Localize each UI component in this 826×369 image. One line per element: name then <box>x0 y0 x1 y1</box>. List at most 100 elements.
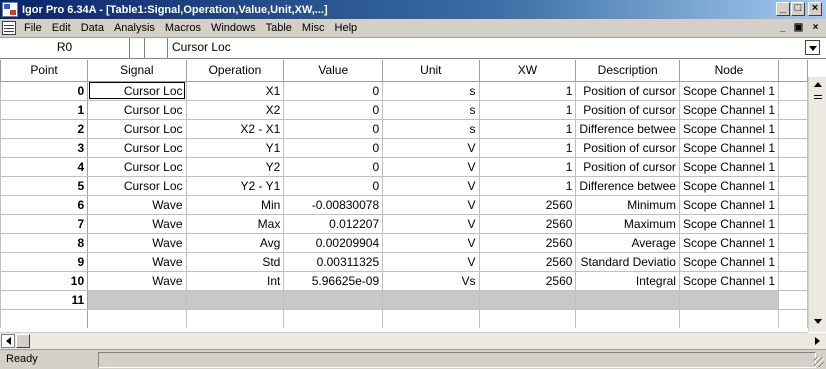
node-cell[interactable]: Scope Channel 1 <box>678 213 780 234</box>
new-row-cell[interactable] <box>678 289 780 310</box>
unit-cell[interactable]: V <box>382 194 480 215</box>
empty-cell[interactable] <box>778 175 808 196</box>
xw-cell[interactable]: 1 <box>478 137 577 158</box>
operation-cell[interactable]: Y2 <box>185 156 285 177</box>
unit-cell[interactable]: Vs <box>382 270 480 291</box>
description-cell[interactable]: Position of cursor <box>575 80 680 101</box>
point-cell[interactable]: 9 <box>0 251 89 272</box>
signal-cell[interactable]: Wave <box>87 232 187 253</box>
empty-cell[interactable] <box>778 213 808 234</box>
description-cell[interactable]: Maximum <box>575 213 680 234</box>
maximize-button[interactable]: □ <box>791 2 805 16</box>
new-row-cell[interactable] <box>87 289 187 310</box>
node-cell[interactable]: Scope Channel 1 <box>678 175 780 196</box>
description-cell[interactable]: Position of cursor <box>575 137 680 158</box>
value-cell[interactable]: -0.00830078 <box>283 194 384 215</box>
point-cell[interactable]: 11 <box>0 289 89 310</box>
description-cell[interactable]: Standard Deviatio <box>575 251 680 272</box>
horizontal-scroll-thumb[interactable] <box>16 334 30 348</box>
scroll-left-icon[interactable] <box>1 334 15 348</box>
signal-cell[interactable]: Cursor Loc <box>87 99 187 120</box>
signal-cell[interactable]: Wave <box>87 194 187 215</box>
new-row-cell[interactable] <box>478 289 577 310</box>
node-cell[interactable]: Scope Channel 1 <box>678 156 780 177</box>
scroll-thumb[interactable] <box>814 95 822 99</box>
description-cell[interactable]: Difference betwee <box>575 118 680 139</box>
empty-cell[interactable] <box>778 289 808 310</box>
point-cell[interactable]: 0 <box>0 80 89 101</box>
node-cell[interactable]: Scope Channel 1 <box>678 118 780 139</box>
column-header-point[interactable]: Point <box>0 60 89 82</box>
point-cell[interactable]: 1 <box>0 99 89 120</box>
unit-cell[interactable]: V <box>382 175 480 196</box>
description-cell[interactable]: Difference betwee <box>575 175 680 196</box>
column-header-node[interactable]: Node <box>678 60 780 82</box>
description-cell[interactable]: Average <box>575 232 680 253</box>
signal-cell[interactable]: Cursor Loc <box>87 175 187 196</box>
operation-cell[interactable]: X2 <box>185 99 285 120</box>
new-row-cell[interactable] <box>575 289 680 310</box>
unit-cell[interactable]: s <box>382 118 480 139</box>
xw-cell[interactable]: 2560 <box>478 232 577 253</box>
menu-edit[interactable]: Edit <box>48 22 77 34</box>
xw-cell[interactable]: 1 <box>478 156 577 177</box>
scroll-right-icon[interactable] <box>808 333 826 349</box>
point-cell[interactable]: 5 <box>0 175 89 196</box>
node-cell[interactable]: Scope Channel 1 <box>678 194 780 215</box>
signal-cell[interactable]: Wave <box>87 213 187 234</box>
description-cell[interactable]: Minimum <box>575 194 680 215</box>
empty-cell[interactable] <box>778 156 808 177</box>
signal-cell[interactable]: Cursor Loc <box>87 118 187 139</box>
xw-cell[interactable]: 1 <box>478 118 577 139</box>
new-row-cell[interactable] <box>382 289 480 310</box>
new-row-cell[interactable] <box>185 289 285 310</box>
signal-cell[interactable]: Cursor Loc <box>87 137 187 158</box>
value-cell[interactable]: 5.96625e-09 <box>283 270 384 291</box>
vertical-scrollbar[interactable] <box>808 77 826 332</box>
igor-app-icon[interactable] <box>2 2 18 17</box>
signal-cell[interactable]: Cursor Loc <box>87 80 187 101</box>
description-cell[interactable]: Integral <box>575 270 680 291</box>
value-cell[interactable]: 0.00209904 <box>283 232 384 253</box>
xw-cell[interactable]: 2560 <box>478 194 577 215</box>
operation-cell[interactable]: X1 <box>185 80 285 101</box>
empty-cell[interactable] <box>778 80 808 101</box>
value-cell[interactable]: 0 <box>283 156 384 177</box>
description-cell[interactable]: Position of cursor <box>575 156 680 177</box>
column-header-signal[interactable]: Signal <box>87 60 187 82</box>
operation-cell[interactable]: X2 - X1 <box>185 118 285 139</box>
horizontal-scrollbar[interactable] <box>0 332 808 349</box>
signal-cell[interactable]: Wave <box>87 270 187 291</box>
point-cell[interactable]: 8 <box>0 232 89 253</box>
point-cell[interactable]: 7 <box>0 213 89 234</box>
operation-cell[interactable]: Int <box>185 270 285 291</box>
node-cell[interactable]: Scope Channel 1 <box>678 99 780 120</box>
node-cell[interactable]: Scope Channel 1 <box>678 80 780 101</box>
xw-cell[interactable]: 2560 <box>478 213 577 234</box>
xw-cell[interactable]: 1 <box>478 99 577 120</box>
empty-cell[interactable] <box>778 137 808 158</box>
scroll-up-icon[interactable] <box>810 77 826 93</box>
value-cell[interactable]: 0 <box>283 80 384 101</box>
signal-cell[interactable]: Cursor Loc <box>87 156 187 177</box>
entry-dropdown-icon[interactable] <box>805 40 820 55</box>
operation-cell[interactable]: Std <box>185 251 285 272</box>
doc-restore-button[interactable]: ▣ <box>792 22 805 35</box>
menu-help[interactable]: Help <box>331 22 364 34</box>
unit-cell[interactable]: V <box>382 232 480 253</box>
column-header-value[interactable]: Value <box>283 60 384 82</box>
table-document-icon[interactable] <box>2 21 16 35</box>
point-cell[interactable]: 3 <box>0 137 89 158</box>
value-cell[interactable]: 0.00311325 <box>283 251 384 272</box>
menu-misc[interactable]: Misc <box>298 22 331 34</box>
doc-close-button[interactable]: × <box>809 22 822 35</box>
resize-grip-icon[interactable] <box>814 357 824 367</box>
point-cell[interactable]: 6 <box>0 194 89 215</box>
operation-cell[interactable]: Y1 <box>185 137 285 158</box>
point-cell[interactable]: 10 <box>0 270 89 291</box>
operation-cell[interactable]: Y2 - Y1 <box>185 175 285 196</box>
operation-cell[interactable]: Min <box>185 194 285 215</box>
node-cell[interactable]: Scope Channel 1 <box>678 232 780 253</box>
value-cell[interactable]: 0 <box>283 175 384 196</box>
value-cell[interactable]: 0 <box>283 118 384 139</box>
